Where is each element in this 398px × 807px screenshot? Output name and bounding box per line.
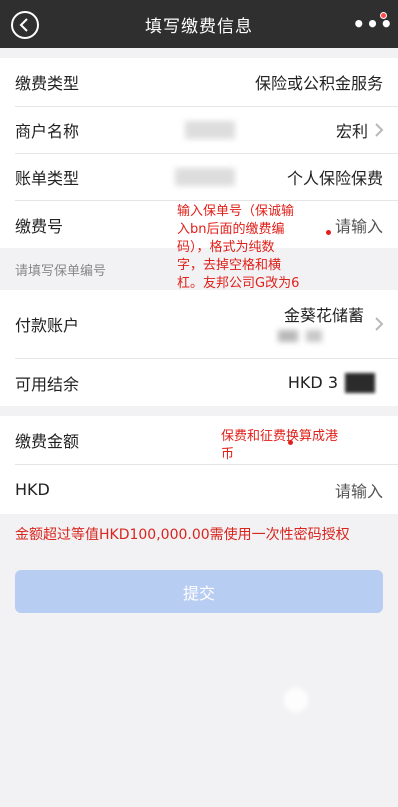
hkd-amount-row[interactable]: HKD 请输入	[0, 465, 398, 514]
payment-account-label: 付款账户	[15, 316, 80, 335]
annotation-line: 杠。友邦公司G改为6	[177, 276, 300, 291]
annotation-marker	[326, 230, 331, 235]
redacted-balance	[345, 373, 375, 393]
submit-button[interactable]: 提交	[15, 570, 383, 613]
ellipsis-icon: •••	[352, 12, 394, 36]
back-button[interactable]	[11, 11, 39, 39]
nav-bar: 填写缴费信息 •••	[0, 0, 398, 48]
available-balance-label: 可用结余	[15, 374, 80, 394]
annotation-line: 保费和征费换算成港	[221, 429, 339, 444]
annotation-line: 币	[221, 447, 235, 462]
bill-type-label: 账单类型	[15, 169, 80, 188]
payment-amount-row: 缴费金额	[0, 416, 398, 464]
payment-number-label: 缴费号	[15, 216, 64, 236]
annotation-marker	[288, 440, 293, 445]
merchant-name-value: 宏利	[335, 122, 368, 141]
touch-indicator	[284, 688, 308, 712]
chevron-left-icon	[19, 18, 28, 32]
chevron-right-icon	[375, 317, 384, 331]
redacted-account-number	[306, 330, 322, 342]
policy-number-annotation: 输入保单号（保诚输 入bn后面的缴费编 码），格式为纯数 字，去掉空格和横 杠。…	[177, 203, 299, 293]
annotation-line: 字，去掉空格和横	[177, 258, 282, 273]
payment-number-input[interactable]: 请输入	[335, 213, 383, 237]
available-balance-value: HKD 3	[287, 373, 338, 392]
currency-label: HKD	[15, 480, 50, 499]
available-balance-row: 可用结余 HKD 3	[0, 359, 398, 406]
redacted-area	[185, 121, 235, 139]
payment-amount-label: 缴费金额	[15, 432, 80, 451]
amount-limit-warning: 金额超过等值HKD100,000.00需使用一次性密码授权	[15, 527, 350, 543]
chevron-right-icon	[375, 123, 384, 137]
annotation-line: 入bn后面的缴费编	[177, 222, 285, 237]
payment-account-row[interactable]: 付款账户 金葵花储蓄	[0, 290, 398, 358]
merchant-name-label: 商户名称	[15, 122, 80, 141]
payment-type-row: 缴费类型 保险或公积金服务	[0, 58, 398, 106]
annotation-line: 输入保单号（保诚输	[177, 204, 295, 219]
amount-input[interactable]: 请输入	[335, 478, 383, 502]
redacted-area	[175, 168, 235, 186]
more-button[interactable]: •••	[352, 12, 393, 36]
bill-type-value: 个人保险保费	[286, 169, 383, 188]
merchant-name-row[interactable]: 商户名称 宏利	[0, 107, 398, 153]
redacted-account-number	[278, 330, 298, 342]
notification-badge	[380, 12, 387, 19]
payment-account-value: 金葵花储蓄	[283, 306, 364, 325]
payment-type-value: 保险或公积金服务	[254, 74, 383, 93]
amount-annotation: 保费和征费换算成港 币	[221, 428, 338, 464]
bill-type-row: 账单类型 个人保险保费	[0, 154, 398, 200]
page-title: 填写缴费信息	[145, 16, 253, 37]
annotation-line: 码），格式为纯数	[177, 240, 275, 255]
payment-type-label: 缴费类型	[15, 74, 80, 93]
